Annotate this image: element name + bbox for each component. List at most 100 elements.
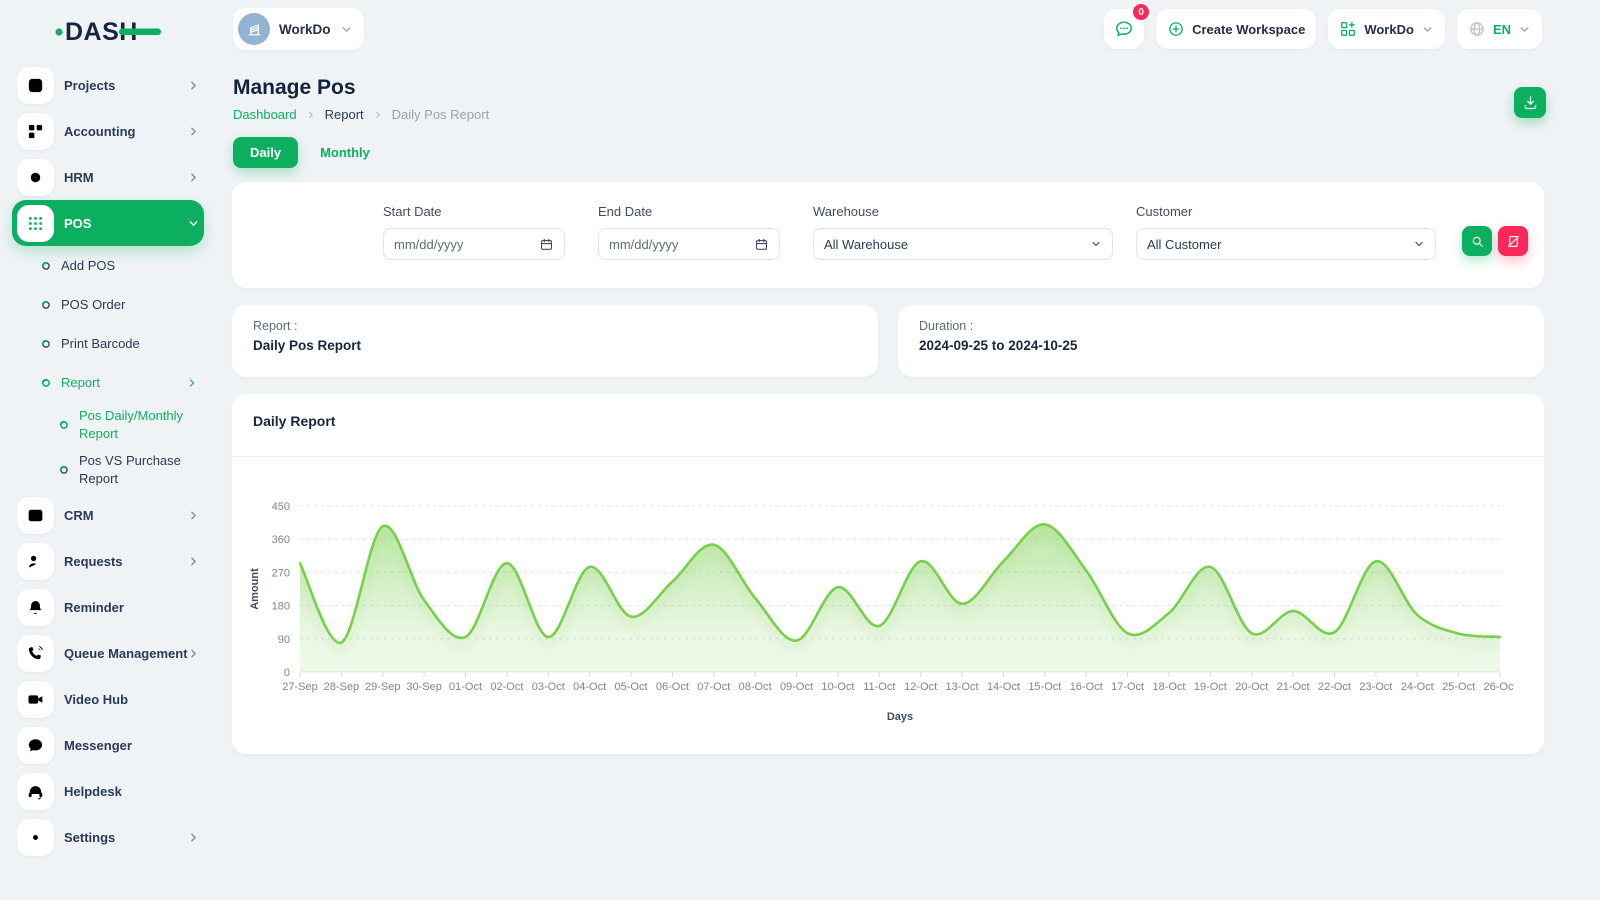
sidebar-item-label: Helpdesk bbox=[64, 784, 200, 799]
chevron-down-icon bbox=[187, 217, 200, 230]
svg-text:Days: Days bbox=[887, 711, 913, 723]
sidebar-subitem-pos-daily-monthly-report[interactable]: Pos Daily/Monthly Report bbox=[12, 402, 204, 447]
sidebar-item-label: Projects bbox=[64, 78, 177, 93]
sidebar-item-pos[interactable]: POS bbox=[12, 200, 204, 246]
sidebar-item-reminder[interactable]: Reminder bbox=[12, 584, 204, 630]
sidebar-subitem-print-barcode[interactable]: Print Barcode bbox=[12, 324, 204, 363]
sidebar-subitem-pos-order[interactable]: POS Order bbox=[12, 285, 204, 324]
sidebar-subitem-label: POS Order bbox=[61, 296, 198, 314]
headset-icon bbox=[17, 773, 54, 810]
duration-summary-value: 2024-09-25 to 2024-10-25 bbox=[919, 338, 1077, 353]
chevron-down-icon bbox=[1413, 238, 1425, 250]
sidebar: Projects AccountingHRMPOSAdd POS POS Order… bbox=[12, 62, 204, 860]
sidebar-subitem-label: Print Barcode bbox=[61, 335, 198, 353]
messages-badge: 0 bbox=[1133, 4, 1149, 20]
phone-icon bbox=[17, 635, 54, 672]
bullet-icon bbox=[41, 339, 51, 349]
end-date-label: End Date bbox=[598, 204, 780, 219]
tab-daily[interactable]: Daily bbox=[233, 137, 298, 168]
start-date-label: Start Date bbox=[383, 204, 565, 219]
sidebar-subitem-label: Report bbox=[61, 374, 176, 392]
breadcrumb-dashboard[interactable]: Dashboard bbox=[233, 107, 297, 122]
sidebar-subitem-add-pos[interactable]: Add POS bbox=[12, 246, 204, 285]
app-logo[interactable]: DASH bbox=[55, 15, 161, 50]
chevron-down-icon bbox=[1090, 238, 1102, 250]
tab-monthly[interactable]: Monthly bbox=[320, 137, 370, 168]
bullet-icon bbox=[59, 420, 69, 430]
customer-select[interactable]: All Customer bbox=[1136, 228, 1436, 260]
start-date-input[interactable] bbox=[383, 228, 565, 260]
chevron-down-icon bbox=[1518, 23, 1531, 36]
svg-text:360: 360 bbox=[272, 534, 290, 546]
svg-text:20-Oct: 20-Oct bbox=[1235, 681, 1268, 693]
create-workspace-button[interactable]: Create Workspace bbox=[1156, 9, 1316, 49]
sidebar-item-label: Settings bbox=[64, 830, 177, 845]
sidebar-subitem-report[interactable]: Report bbox=[12, 363, 204, 402]
svg-text:10-Oct: 10-Oct bbox=[821, 681, 854, 693]
svg-text:25-Oct: 25-Oct bbox=[1442, 681, 1475, 693]
search-icon bbox=[1470, 234, 1485, 249]
sidebar-item-crm[interactable]: CRM bbox=[12, 492, 204, 538]
sidebar-item-projects[interactable]: Projects bbox=[12, 62, 204, 108]
chevron-right-icon bbox=[187, 79, 200, 92]
reset-icon bbox=[1506, 234, 1521, 249]
sidebar-item-accounting[interactable]: Accounting bbox=[12, 108, 204, 154]
reset-button[interactable] bbox=[1498, 226, 1528, 256]
create-workspace-label: Create Workspace bbox=[1192, 22, 1305, 37]
sidebar-item-hrm[interactable]: HRM bbox=[12, 154, 204, 200]
language-label: EN bbox=[1493, 22, 1511, 37]
dash-logo-icon: DASH bbox=[55, 15, 161, 45]
page-title: Manage Pos bbox=[233, 76, 356, 100]
svg-text:28-Sep: 28-Sep bbox=[324, 681, 359, 693]
report-summary-label: Report : bbox=[253, 319, 297, 333]
sidebar-item-messenger[interactable]: Messenger bbox=[12, 722, 204, 768]
messages-button[interactable]: 0 bbox=[1104, 9, 1144, 49]
target-icon bbox=[17, 159, 54, 196]
company-menu-label: WorkDo bbox=[1364, 22, 1414, 37]
customer-label: Customer bbox=[1136, 204, 1436, 219]
svg-text:26-Oct: 26-Oct bbox=[1483, 681, 1514, 693]
svg-text:04-Oct: 04-Oct bbox=[573, 681, 606, 693]
sidebar-item-settings[interactable]: Settings bbox=[12, 814, 204, 860]
topbar: DASH WorkDo 0 Create Workspace WorkDo EN bbox=[0, 0, 1600, 58]
end-date-field[interactable] bbox=[609, 237, 754, 252]
svg-text:27-Sep: 27-Sep bbox=[282, 681, 317, 693]
start-date-field[interactable] bbox=[394, 237, 539, 252]
warehouse-group: Warehouse All Warehouse bbox=[813, 204, 1113, 260]
chevron-down-icon bbox=[1421, 23, 1434, 36]
start-date-group: Start Date bbox=[383, 204, 565, 260]
svg-text:07-Oct: 07-Oct bbox=[697, 681, 730, 693]
company-menu-button[interactable]: WorkDo bbox=[1328, 9, 1445, 49]
svg-text:12-Oct: 12-Oct bbox=[904, 681, 937, 693]
search-button[interactable] bbox=[1462, 226, 1492, 256]
sidebar-item-video-hub[interactable]: Video Hub bbox=[12, 676, 204, 722]
svg-text:18-Oct: 18-Oct bbox=[1152, 681, 1185, 693]
sidebar-subitem-pos-vs-purchase-report[interactable]: Pos VS Purchase Report bbox=[12, 447, 204, 492]
svg-text:13-Oct: 13-Oct bbox=[946, 681, 979, 693]
duration-summary-label: Duration : bbox=[919, 319, 973, 333]
warehouse-select[interactable]: All Warehouse bbox=[813, 228, 1113, 260]
topbar-actions: 0 Create Workspace WorkDo EN bbox=[1104, 9, 1542, 49]
svg-text:270: 270 bbox=[272, 567, 290, 579]
chevron-right-icon bbox=[187, 171, 200, 184]
language-selector[interactable]: EN bbox=[1457, 9, 1542, 49]
user-plus-icon bbox=[17, 543, 54, 580]
breadcrumb-report[interactable]: Report bbox=[325, 107, 364, 122]
sidebar-item-label: Video Hub bbox=[64, 692, 200, 707]
sidebar-item-requests[interactable]: Requests bbox=[12, 538, 204, 584]
end-date-input[interactable] bbox=[598, 228, 780, 260]
download-button[interactable] bbox=[1514, 87, 1546, 118]
calendar-icon bbox=[539, 237, 554, 252]
svg-text:30-Sep: 30-Sep bbox=[406, 681, 441, 693]
tasks-icon bbox=[17, 67, 54, 104]
workspace-selector[interactable]: WorkDo bbox=[233, 8, 364, 50]
report-tabs: Daily Monthly bbox=[233, 137, 370, 168]
svg-text:0: 0 bbox=[284, 667, 290, 679]
filter-card: Start Date End Date Warehouse All Wareho… bbox=[232, 182, 1544, 288]
breadcrumb: Dashboard Report Daily Pos Report bbox=[233, 107, 489, 122]
customer-group: Customer All Customer bbox=[1136, 204, 1436, 260]
sidebar-item-helpdesk[interactable]: Helpdesk bbox=[12, 768, 204, 814]
svg-text:Amount: Amount bbox=[249, 568, 261, 610]
bell-icon bbox=[17, 589, 54, 626]
sidebar-item-queue-management[interactable]: Queue Management bbox=[12, 630, 204, 676]
